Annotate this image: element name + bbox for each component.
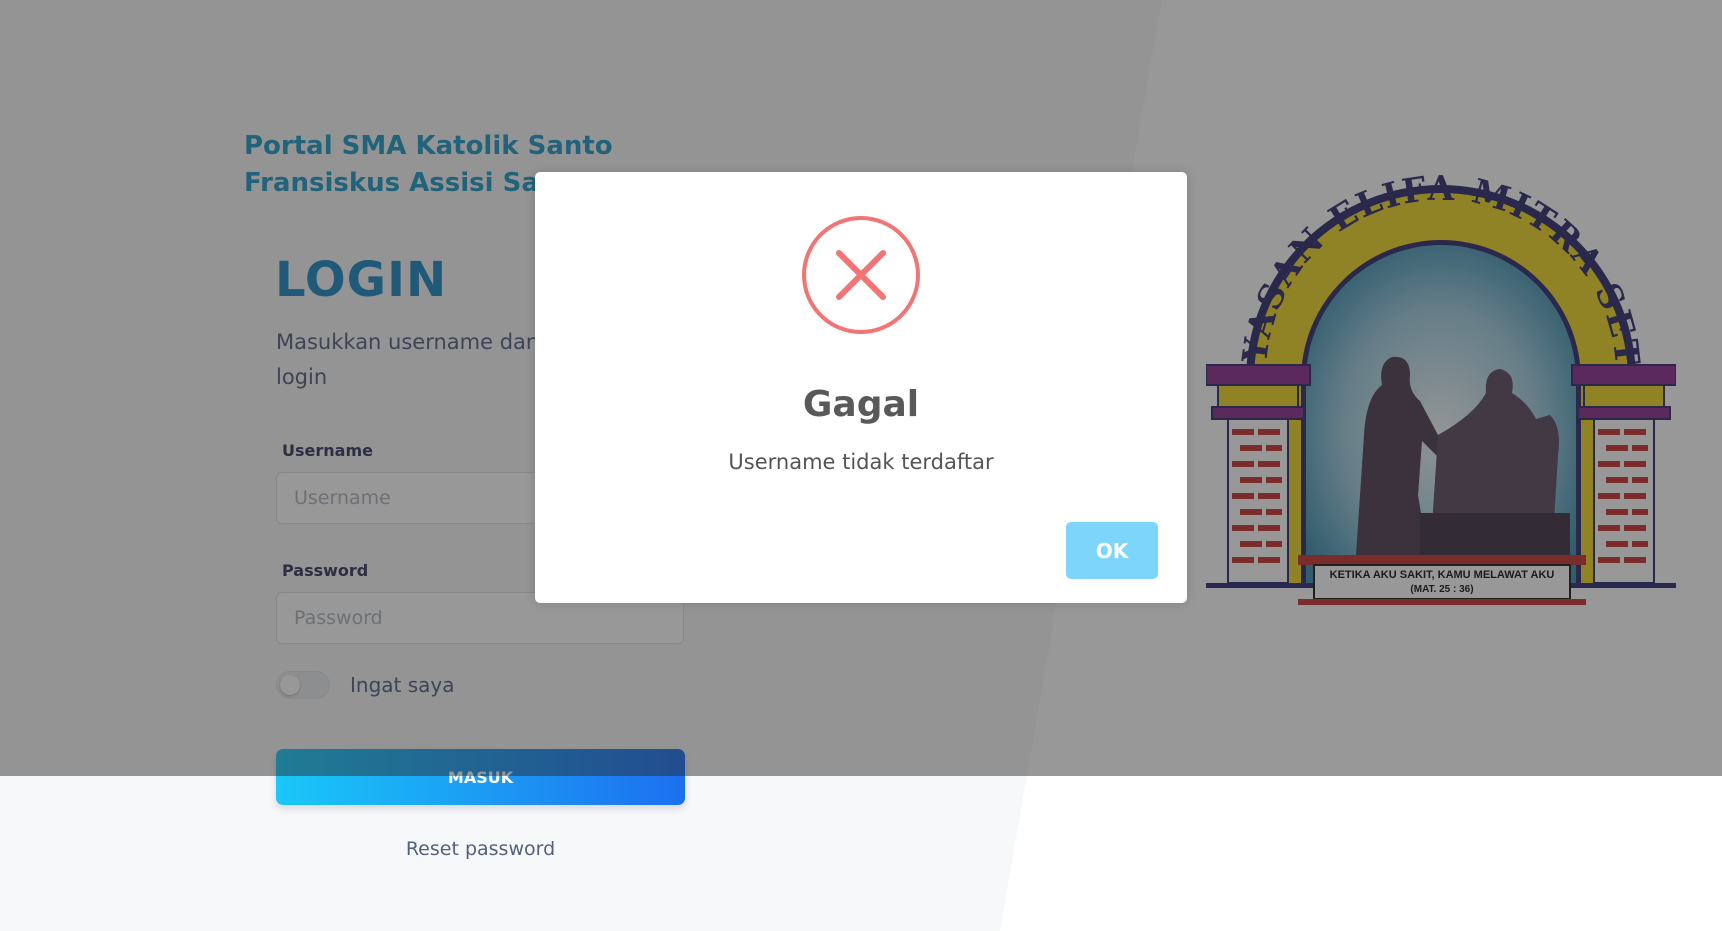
login-page: Portal SMA Katolik Santo Fransiskus Assi…: [0, 0, 1722, 931]
dialog-title: Gagal: [802, 384, 920, 425]
error-x-icon: [802, 216, 920, 334]
dialog-ok-button[interactable]: OK: [1066, 522, 1158, 579]
dialog-message: Username tidak terdaftar: [728, 450, 994, 474]
reset-password-link[interactable]: Reset password: [276, 838, 685, 860]
error-dialog: Gagal Username tidak terdaftar OK: [535, 172, 1187, 603]
